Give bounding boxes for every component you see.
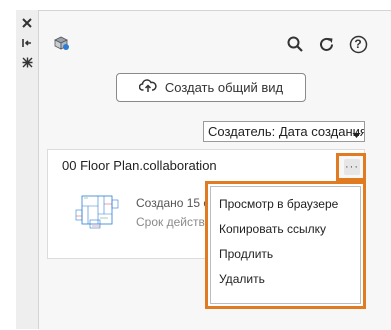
close-icon[interactable] [19,16,35,30]
floor-plan-thumbnail [74,192,122,237]
menu-item-view-in-browser[interactable]: Просмотр в браузере [219,197,338,211]
sort-select-value: Создатель: Дата создания [208,124,365,139]
help-glyph: ? [354,37,362,51]
expiration-date: Срок действ [136,215,205,229]
collapse-icon[interactable] [19,36,35,50]
context-menu-highlight: Просмотр в браузере Копировать ссылку Пр… [205,181,366,309]
menu-item-extend[interactable]: Продлить [219,247,273,261]
create-shared-view-button[interactable]: Создать общий вид [116,73,306,102]
more-options-button[interactable]: ··· [344,159,360,175]
menu-item-copy-link[interactable]: Копировать ссылку [219,222,326,236]
side-strip [16,10,39,329]
refresh-icon[interactable] [317,35,335,53]
help-icon[interactable]: ? [348,34,368,54]
cloud-upload-icon [138,79,157,96]
chevron-down-icon [352,127,361,141]
context-menu: Просмотр в браузере Копировать ссылку Пр… [210,186,361,304]
sort-select[interactable]: Создатель: Дата создания [203,121,365,142]
search-icon[interactable] [286,35,304,53]
created-date: Создано 15 с [136,196,210,210]
create-shared-view-label: Создать общий вид [164,80,284,95]
collaboration-icon [51,33,71,53]
collaboration-panel: ? Создать общий вид Создатель: Дата созд… [39,10,391,330]
more-options-highlight: ··· [336,153,366,181]
card-title: 00 Floor Plan.collaboration [62,158,217,173]
menu-item-delete[interactable]: Удалить [219,272,265,286]
gear-icon[interactable] [19,55,35,69]
